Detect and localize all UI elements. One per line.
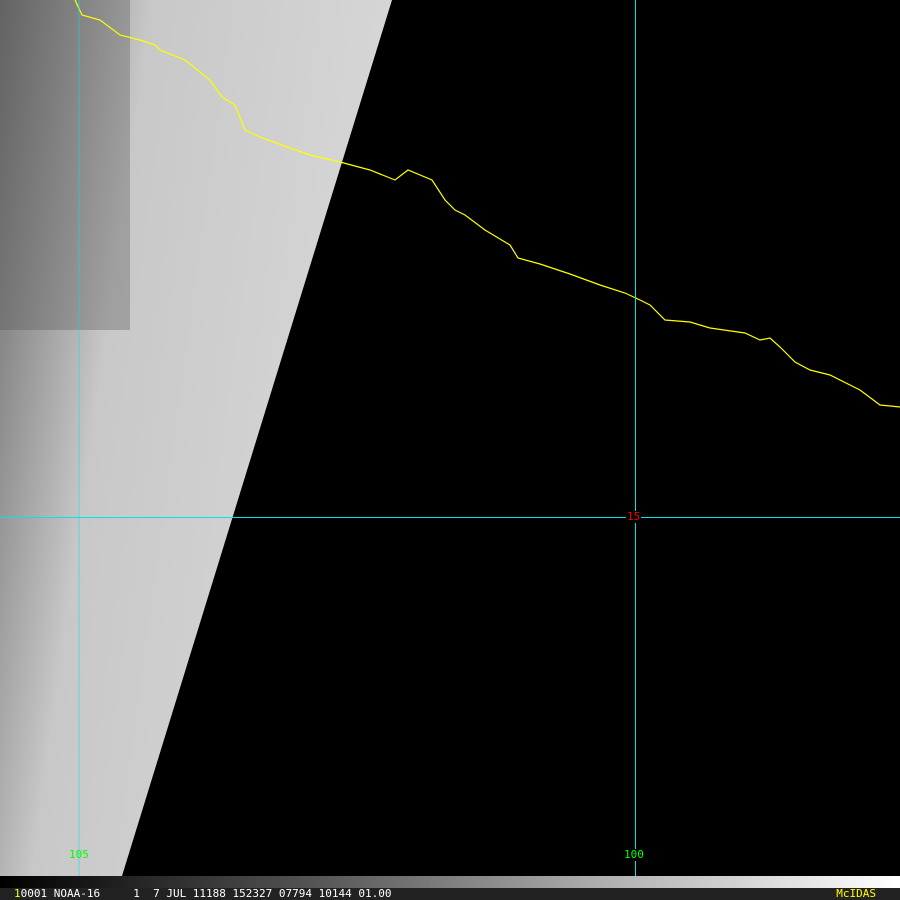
satellite-image [0, 0, 900, 876]
cloud-swath [0, 0, 392, 876]
satellite-image-viewer: 105 100 15 10001 NOAA-16 1 7 JUL 11188 1… [0, 0, 900, 900]
image-info-bar: 10001 NOAA-16 1 7 JUL 11188 152327 07794… [0, 888, 900, 900]
mcidas-label: McIDAS [836, 887, 876, 900]
image-info-text: 0001 NOAA-16 1 7 JUL 11188 152327 07794 … [20, 887, 392, 900]
frame-number: 1 [14, 887, 21, 900]
lon-label-100: 100 [623, 848, 645, 861]
lat-label-15: 15 [626, 510, 642, 523]
lon-label-105: 105 [69, 848, 89, 861]
